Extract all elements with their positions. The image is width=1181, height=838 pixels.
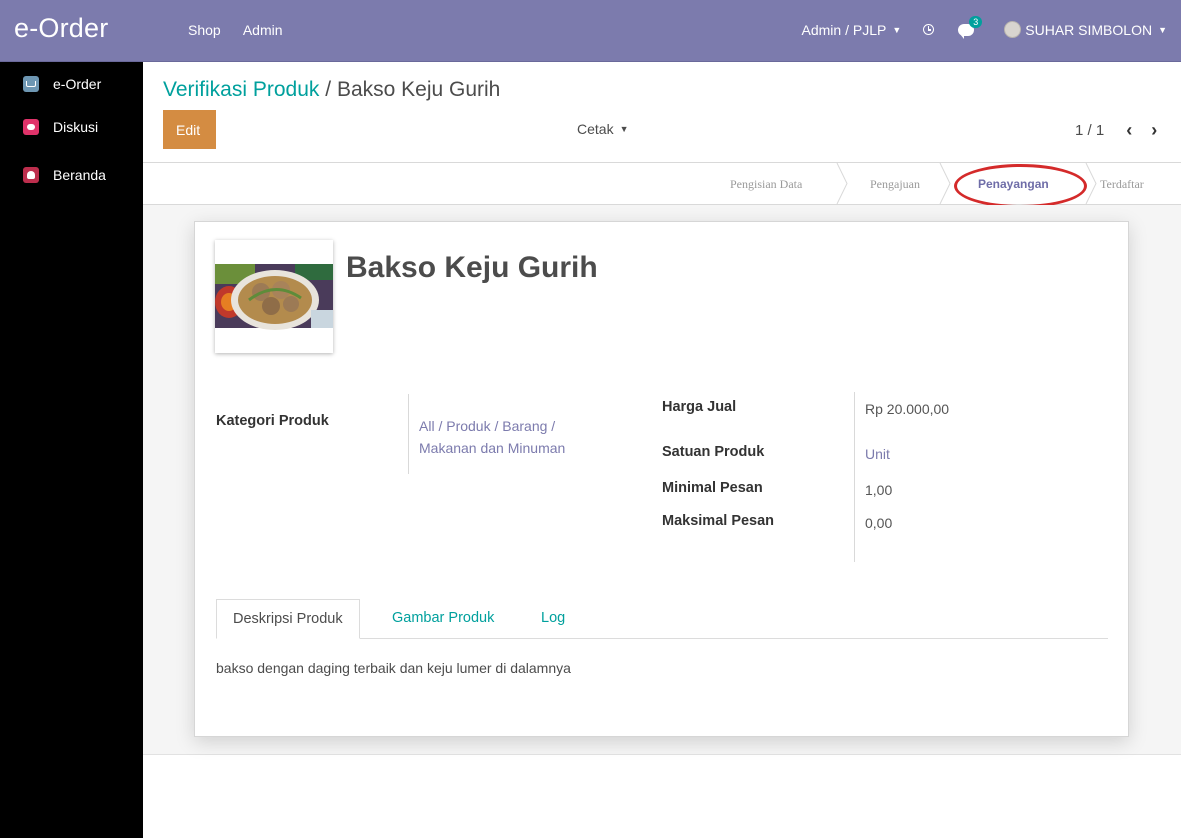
product-name[interactable]: Bakso Keju Gurih (346, 251, 598, 285)
category-value-line1[interactable]: All / Produk / Barang / (419, 418, 555, 434)
user-name: SUHAR SIMBOLON (1025, 21, 1153, 38)
message-count-badge: 3 (969, 15, 983, 28)
chevron-down-icon: ▼ (892, 24, 902, 35)
stage-divider (836, 163, 848, 204)
unit-label: Satuan Produk (662, 444, 765, 460)
max-order-value[interactable]: 0,00 (865, 515, 892, 531)
chevron-down-icon: ▼ (1158, 24, 1167, 35)
messaging-menu[interactable]: 3 (958, 15, 983, 39)
stage-pengajuan[interactable]: Pengajuan (870, 177, 920, 192)
sidebar-item-label: e-Order (53, 76, 102, 92)
app-sidebar: e-Order Diskusi Beranda (0, 62, 143, 838)
stage-statusbar: Pengisian Data Pengajuan Penayangan Terd… (143, 162, 1181, 205)
stage-pengisian-data[interactable]: Pengisian Data (730, 177, 802, 192)
record-pager: 1 / 1 ‹ › (1075, 120, 1157, 141)
navbar-systray: Admin / PJLP ▼ 3 SUHAR SIMBOLON ▼ (802, 15, 1167, 39)
previous-record-icon[interactable]: ‹ (1126, 120, 1132, 141)
stage-divider (939, 163, 951, 204)
sidebar-item-diskusi[interactable]: Diskusi (0, 114, 143, 140)
chevron-down-icon: ▼ (619, 124, 629, 134)
breadcrumb-separator: / (325, 78, 332, 101)
breadcrumb-current: Bakso Keju Gurih (336, 78, 501, 101)
field-divider (408, 394, 409, 474)
max-order-label: Maksimal Pesan (662, 513, 775, 529)
sidebar-item-label: Diskusi (53, 119, 99, 135)
menu-shop[interactable]: Shop (188, 22, 221, 38)
breadcrumb: Verifikasi Produk / Bakso Keju Gurih (163, 78, 500, 102)
field-divider (854, 392, 855, 562)
company-switcher[interactable]: Admin / PJLP ▼ (802, 22, 902, 38)
edit-button[interactable]: Edit (163, 110, 216, 149)
unit-value[interactable]: Unit (865, 446, 890, 462)
avatar (1004, 21, 1022, 38)
stage-terdaftar[interactable]: Terdaftar (1100, 177, 1144, 192)
next-record-icon[interactable]: › (1151, 120, 1157, 141)
main-menu: Shop Admin (188, 22, 302, 38)
print-dropdown[interactable]: Cetak ▼ (577, 121, 629, 137)
chat-icon (23, 119, 39, 135)
stage-divider (1085, 163, 1097, 204)
tab-log[interactable]: Log (541, 599, 565, 639)
company-name: Admin / PJLP (801, 21, 887, 38)
print-label: Cetak (577, 121, 614, 137)
user-menu[interactable]: SUHAR SIMBOLON ▼ (1004, 21, 1167, 38)
app-brand[interactable]: e-Order (14, 13, 108, 44)
price-value[interactable]: Rp 20.000,00 (865, 401, 949, 417)
pager-value[interactable]: 1 / 1 (1075, 122, 1104, 139)
breadcrumb-parent[interactable]: Verifikasi Produk (163, 78, 319, 101)
cart-icon (23, 76, 39, 92)
min-order-value[interactable]: 1,00 (865, 482, 892, 498)
price-label: Harga Jual (662, 399, 737, 415)
tab-gambar-produk[interactable]: Gambar Produk (392, 599, 494, 639)
category-label: Kategori Produk (216, 413, 329, 429)
home-icon (23, 167, 39, 183)
menu-admin[interactable]: Admin (243, 22, 283, 38)
activity-clock-icon[interactable] (923, 24, 935, 35)
min-order-label: Minimal Pesan (662, 480, 763, 496)
sidebar-item-e-order[interactable]: e-Order (0, 71, 143, 97)
tab-deskripsi-produk[interactable]: Deskripsi Produk (216, 599, 360, 639)
sidebar-item-beranda[interactable]: Beranda (0, 162, 143, 188)
sidebar-item-label: Beranda (53, 167, 106, 183)
stage-penayangan[interactable]: Penayangan (978, 177, 1049, 191)
product-image[interactable] (215, 240, 333, 353)
category-value-line2[interactable]: Makanan dan Minuman (419, 440, 565, 456)
top-navbar: e-Order Shop Admin Admin / PJLP ▼ 3 SUHAR… (0, 0, 1181, 62)
product-description[interactable]: bakso dengan daging terbaik dan keju lum… (216, 660, 571, 676)
